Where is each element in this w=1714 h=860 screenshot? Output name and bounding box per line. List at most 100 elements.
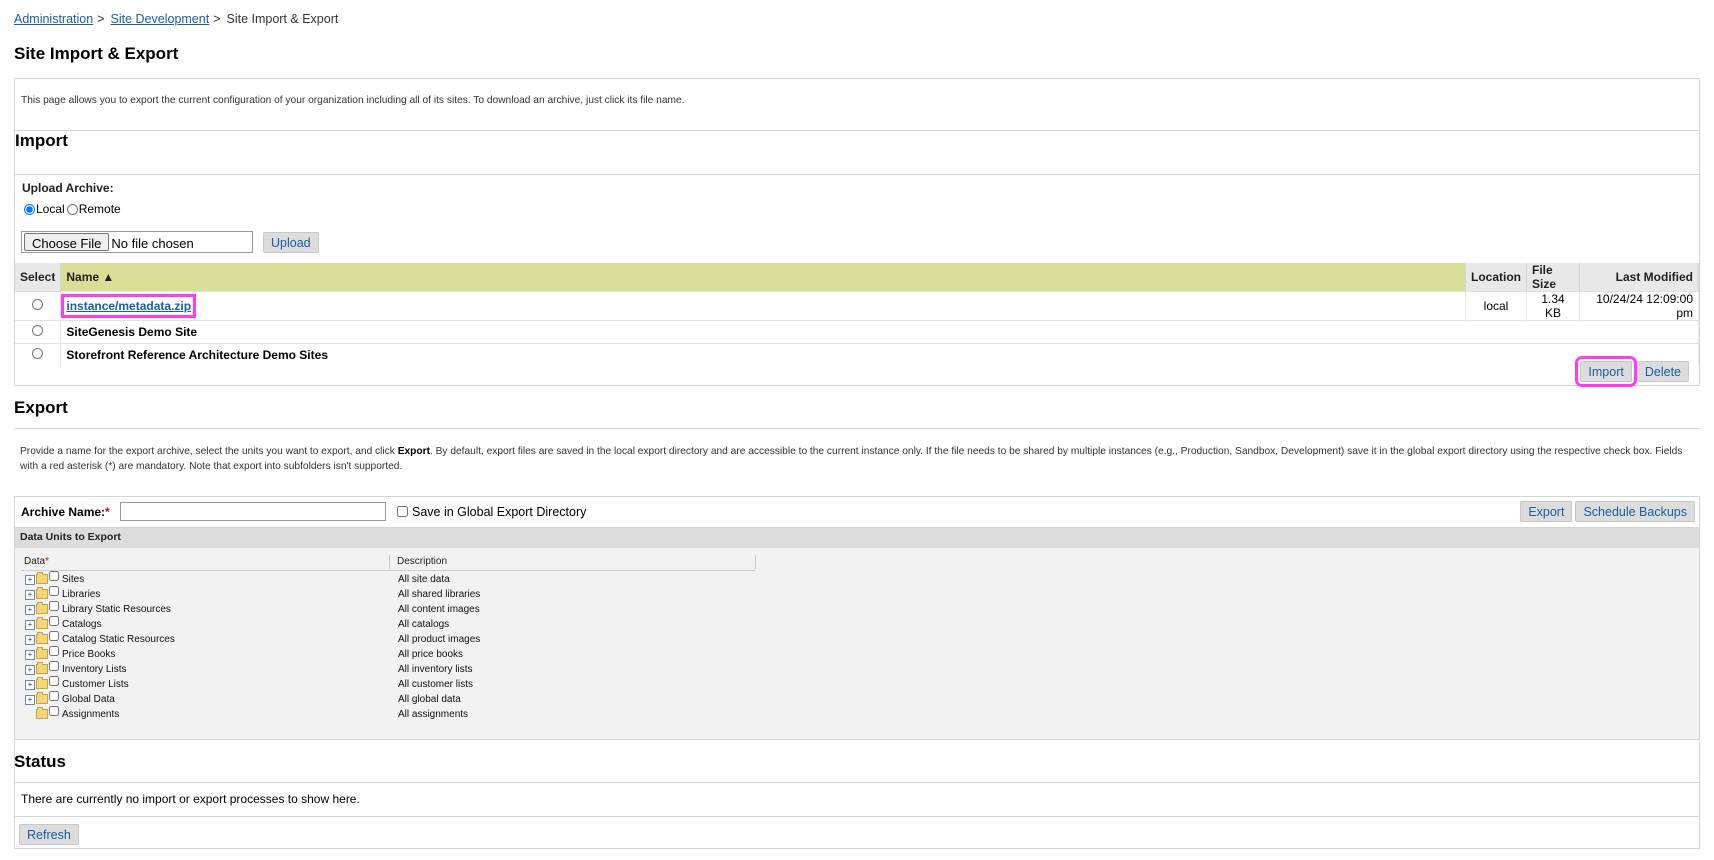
unit-checkbox[interactable] — [49, 631, 59, 641]
radio-remote[interactable] — [66, 204, 78, 215]
choose-file-button[interactable]: Choose File — [24, 233, 110, 251]
export-button[interactable]: Export — [1520, 501, 1573, 522]
radio-local[interactable] — [24, 204, 35, 215]
status-section: There are currently no import or export … — [14, 742, 1700, 849]
column-header-location[interactable]: Location — [1465, 263, 1527, 292]
upload-archive-label: Upload Archive: — [22, 181, 114, 195]
global-export-checkbox-label[interactable]: Save in Global Export Directory — [397, 505, 586, 519]
page-title: Site Import & Export — [14, 44, 179, 63]
expand-icon[interactable]: + — [25, 590, 35, 600]
column-divider[interactable] — [389, 555, 390, 569]
delete-button[interactable]: Delete — [1636, 361, 1689, 382]
unit-checkbox[interactable] — [49, 646, 59, 656]
unit-description: All customer lists — [398, 679, 474, 690]
unit-name: Catalogs — [62, 619, 102, 630]
breadcrumb-link-site-development[interactable]: Site Development — [111, 12, 210, 26]
global-export-checkbox[interactable] — [397, 506, 408, 517]
tree-row: Assignments All assignments — [25, 706, 765, 723]
expand-icon[interactable]: + — [25, 650, 35, 660]
export-desc-bold: Export — [397, 446, 430, 457]
tree-row: + Global Data All global data — [25, 691, 765, 708]
unit-checkbox[interactable] — [49, 616, 59, 626]
upload-button[interactable]: Upload — [263, 232, 319, 253]
table-row: instance/metadata.zip local 1.34 KB 10/2… — [15, 291, 1699, 321]
no-file-chosen-text: No file chosen — [111, 236, 194, 251]
location-cell: local — [1465, 291, 1527, 321]
expand-icon[interactable]: + — [25, 620, 35, 630]
file-input-box[interactable]: Choose File No file chosen — [21, 231, 253, 253]
unit-name: Catalog Static Resources — [62, 634, 175, 645]
breadcrumb-link-administration[interactable]: Administration — [14, 12, 93, 26]
unit-description: All site data — [398, 574, 450, 585]
intro-box: This page allows you to export the curre… — [14, 78, 1700, 131]
row-select-radio[interactable] — [32, 299, 44, 310]
breadcrumb-separator: > — [213, 12, 221, 26]
global-export-text: Save in Global Export Directory — [412, 505, 587, 519]
expand-icon[interactable]: + — [25, 605, 35, 615]
folder-icon — [36, 692, 48, 704]
archive-name-label: Archive Name:* — [21, 505, 110, 519]
archive-name-row: Archive Name:* Save in Global Export Dir… — [15, 497, 1699, 528]
expand-icon[interactable]: + — [25, 575, 35, 585]
divider — [15, 782, 1699, 783]
unit-checkbox[interactable] — [49, 691, 59, 701]
expand-icon[interactable]: + — [25, 635, 35, 645]
export-form: Archive Name:* Save in Global Export Dir… — [14, 496, 1700, 740]
file-size-cell: 1.34 KB — [1526, 291, 1580, 321]
row-select-radio[interactable] — [32, 325, 44, 336]
import-heading: Import — [15, 131, 68, 150]
unit-name: Global Data — [62, 694, 115, 705]
divider — [15, 174, 1699, 175]
column-header-last-modified[interactable]: Last Modified — [1579, 263, 1699, 292]
column-header-file-size[interactable]: File Size — [1526, 263, 1580, 292]
column-divider[interactable] — [755, 555, 756, 569]
folder-icon — [36, 662, 48, 674]
tree-col-description: Description — [397, 556, 448, 567]
tree-row: + Libraries All shared libraries — [25, 586, 765, 603]
folder-icon — [36, 632, 48, 644]
unit-name: Library Static Resources — [62, 604, 171, 615]
unit-checkbox[interactable] — [49, 706, 59, 716]
unit-checkbox[interactable] — [49, 601, 59, 611]
folder-icon — [36, 587, 48, 599]
unit-name: Assignments — [62, 709, 120, 720]
breadcrumb-separator: > — [97, 12, 105, 26]
refresh-button[interactable]: Refresh — [19, 824, 79, 845]
tree-row: + Catalog Static Resources All product ima… — [25, 631, 765, 648]
expand-icon[interactable]: + — [25, 680, 35, 690]
archive-name-input[interactable] — [120, 502, 386, 521]
unit-description: All price books — [398, 649, 464, 660]
breadcrumb-current: Site Import & Export — [226, 12, 339, 26]
radio-remote-label: Remote — [78, 202, 121, 216]
folder-icon — [36, 707, 48, 719]
divider — [15, 816, 1699, 817]
folder-icon — [36, 617, 48, 629]
unit-name: Customer Lists — [62, 679, 129, 690]
unit-checkbox[interactable] — [49, 571, 59, 581]
column-header-name[interactable]: Name ▲ — [60, 263, 1466, 292]
expand-icon[interactable]: + — [25, 665, 35, 675]
row-select-radio[interactable] — [32, 348, 44, 359]
file-input[interactable]: Choose File No file chosen — [21, 231, 253, 253]
unit-name: Inventory Lists — [62, 664, 127, 675]
unit-checkbox[interactable] — [49, 661, 59, 671]
archive-file-link[interactable]: instance/metadata.zip — [61, 294, 197, 318]
folder-icon — [36, 677, 48, 689]
tree-row: + Price Books All price books — [25, 646, 765, 663]
unit-name: Price Books — [62, 649, 116, 660]
import-button[interactable]: Import — [1575, 356, 1637, 387]
upload-source-radios: Local Remote — [22, 202, 121, 216]
archive-name-text: Archive Name: — [21, 505, 106, 519]
unit-name: Libraries — [62, 589, 101, 600]
folder-icon — [36, 602, 48, 614]
site-name-cell: SiteGenesis Demo Site — [60, 320, 1699, 344]
expand-icon[interactable]: + — [25, 695, 35, 705]
schedule-backups-button[interactable]: Schedule Backups — [1575, 501, 1695, 522]
unit-checkbox[interactable] — [49, 676, 59, 686]
unit-checkbox[interactable] — [49, 586, 59, 596]
required-asterisk: * — [45, 556, 50, 567]
import-section: Import Upload Archive: Local Remote Choos… — [14, 130, 1700, 387]
unit-description: All inventory lists — [398, 664, 473, 675]
unit-description: All assignments — [398, 709, 469, 720]
site-name-cell: Storefront Reference Architecture Demo S… — [60, 343, 1699, 366]
